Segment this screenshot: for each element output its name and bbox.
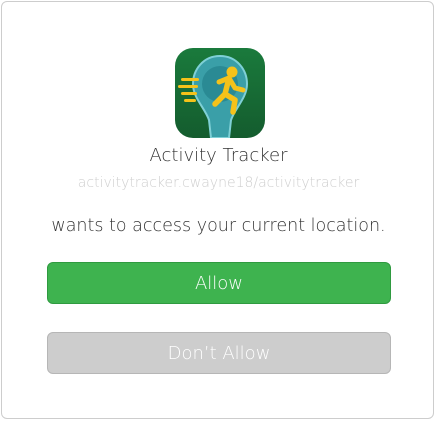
dont-allow-button-label: Don’t Allow (167, 342, 271, 364)
running-man-icon (175, 48, 265, 139)
allow-button[interactable]: Allow (47, 262, 391, 304)
app-name: Activity Tracker (149, 145, 288, 166)
dont-allow-button[interactable]: Don’t Allow (47, 332, 391, 374)
allow-button-label: Allow (194, 272, 244, 294)
app-id: activitytracker.cwayne18/activitytracker (77, 175, 360, 191)
location-permission-dialog: Activity Tracker activitytracker.cwayne1… (1, 1, 434, 419)
permission-message: wants to access your current location. (51, 216, 386, 236)
